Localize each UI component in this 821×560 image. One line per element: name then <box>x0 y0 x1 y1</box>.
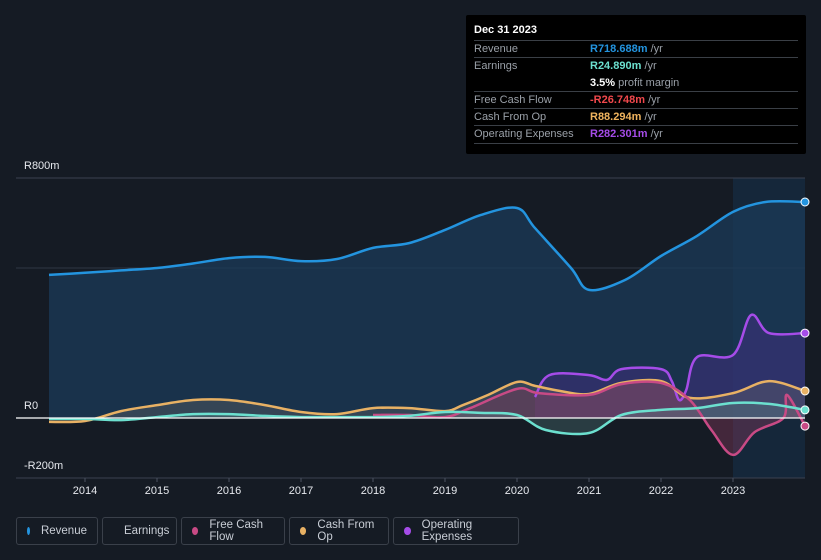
tooltip-value: R24.890m <box>590 60 642 72</box>
endpoint-revenue <box>800 197 810 207</box>
legend-item-operating-expenses[interactable]: Operating Expenses <box>393 517 519 545</box>
tooltip-row-free-cash-flow: Free Cash Flow -R26.748m /yr <box>474 91 798 109</box>
legend-dot-icon <box>192 527 199 535</box>
tooltip-unit: /yr <box>650 43 663 55</box>
tooltip-unit: /yr <box>648 94 661 106</box>
legend-label: Free Cash Flow <box>209 519 264 543</box>
y-tick-label: R0 <box>24 400 39 412</box>
profit-margin-value: 3.5% <box>590 77 616 89</box>
x-axis <box>84 478 734 482</box>
tooltip-row-operating-expenses: Operating Expenses R282.301m /yr <box>474 125 798 144</box>
legend-label: Revenue <box>40 525 87 537</box>
endpoint-cash-from-op <box>800 386 810 396</box>
x-tick-label: 2019 <box>432 485 458 497</box>
legend-item-cash-from-op[interactable]: Cash From Op <box>289 517 389 545</box>
legend-dot-icon <box>27 527 30 535</box>
tooltip-value: R88.294m <box>590 111 642 123</box>
tooltip-label: Earnings <box>474 60 518 72</box>
x-tick-label: 2018 <box>360 485 386 497</box>
x-tick-label: 2015 <box>144 485 170 497</box>
x-tick-label: 2016 <box>216 485 242 497</box>
legend-label: Operating Expenses <box>421 519 473 543</box>
endpoint-earnings <box>800 405 810 415</box>
tooltip-value: R282.301m <box>590 128 648 140</box>
tooltip-panel: Dec 31 2023 Revenue R718.688m /yr Earnin… <box>466 15 806 154</box>
legend-item-free-cash-flow[interactable]: Free Cash Flow <box>181 517 285 545</box>
tooltip-label: Operating Expenses <box>474 128 574 140</box>
legend-label: Cash From Op <box>317 519 375 543</box>
y-tick-label: R800m <box>24 160 60 172</box>
legend-dot-icon <box>404 527 411 535</box>
tooltip-unit: /yr <box>644 111 657 123</box>
tooltip-row-revenue: Revenue R718.688m /yr <box>474 40 798 58</box>
endpoint-operating-expenses <box>800 328 810 338</box>
tooltip-value: -R26.748m <box>590 94 646 106</box>
profit-margin-label: profit margin <box>618 77 680 89</box>
tooltip-row-earnings: Earnings R24.890m /yr 3.5% profit margin <box>474 57 798 92</box>
x-tick-label: 2014 <box>72 485 98 497</box>
legend-dot-icon <box>300 527 307 535</box>
legend-item-earnings[interactable]: Earnings <box>102 517 177 545</box>
tooltip-label: Free Cash Flow <box>474 94 552 106</box>
tooltip-value: R718.688m <box>590 43 648 55</box>
x-tick-label: 2020 <box>504 485 530 497</box>
x-tick-label: 2022 <box>648 485 674 497</box>
tooltip-label: Revenue <box>474 43 519 55</box>
y-tick-label: -R200m <box>24 460 64 472</box>
tooltip-label: Cash From Op <box>474 111 547 123</box>
tooltip-row-cash-from-op: Cash From Op R88.294m /yr <box>474 108 798 126</box>
tooltip-unit: /yr <box>644 60 657 72</box>
tooltip-unit: /yr <box>650 128 663 140</box>
legend-item-revenue[interactable]: Revenue <box>16 517 98 545</box>
x-tick-label: 2017 <box>288 485 314 497</box>
legend-label: Earnings <box>124 525 170 537</box>
tooltip-date: Dec 31 2023 <box>474 24 537 36</box>
endpoint-free-cash-flow <box>800 421 810 431</box>
x-tick-label: 2021 <box>576 485 602 497</box>
x-tick-label: 2023 <box>720 485 746 497</box>
